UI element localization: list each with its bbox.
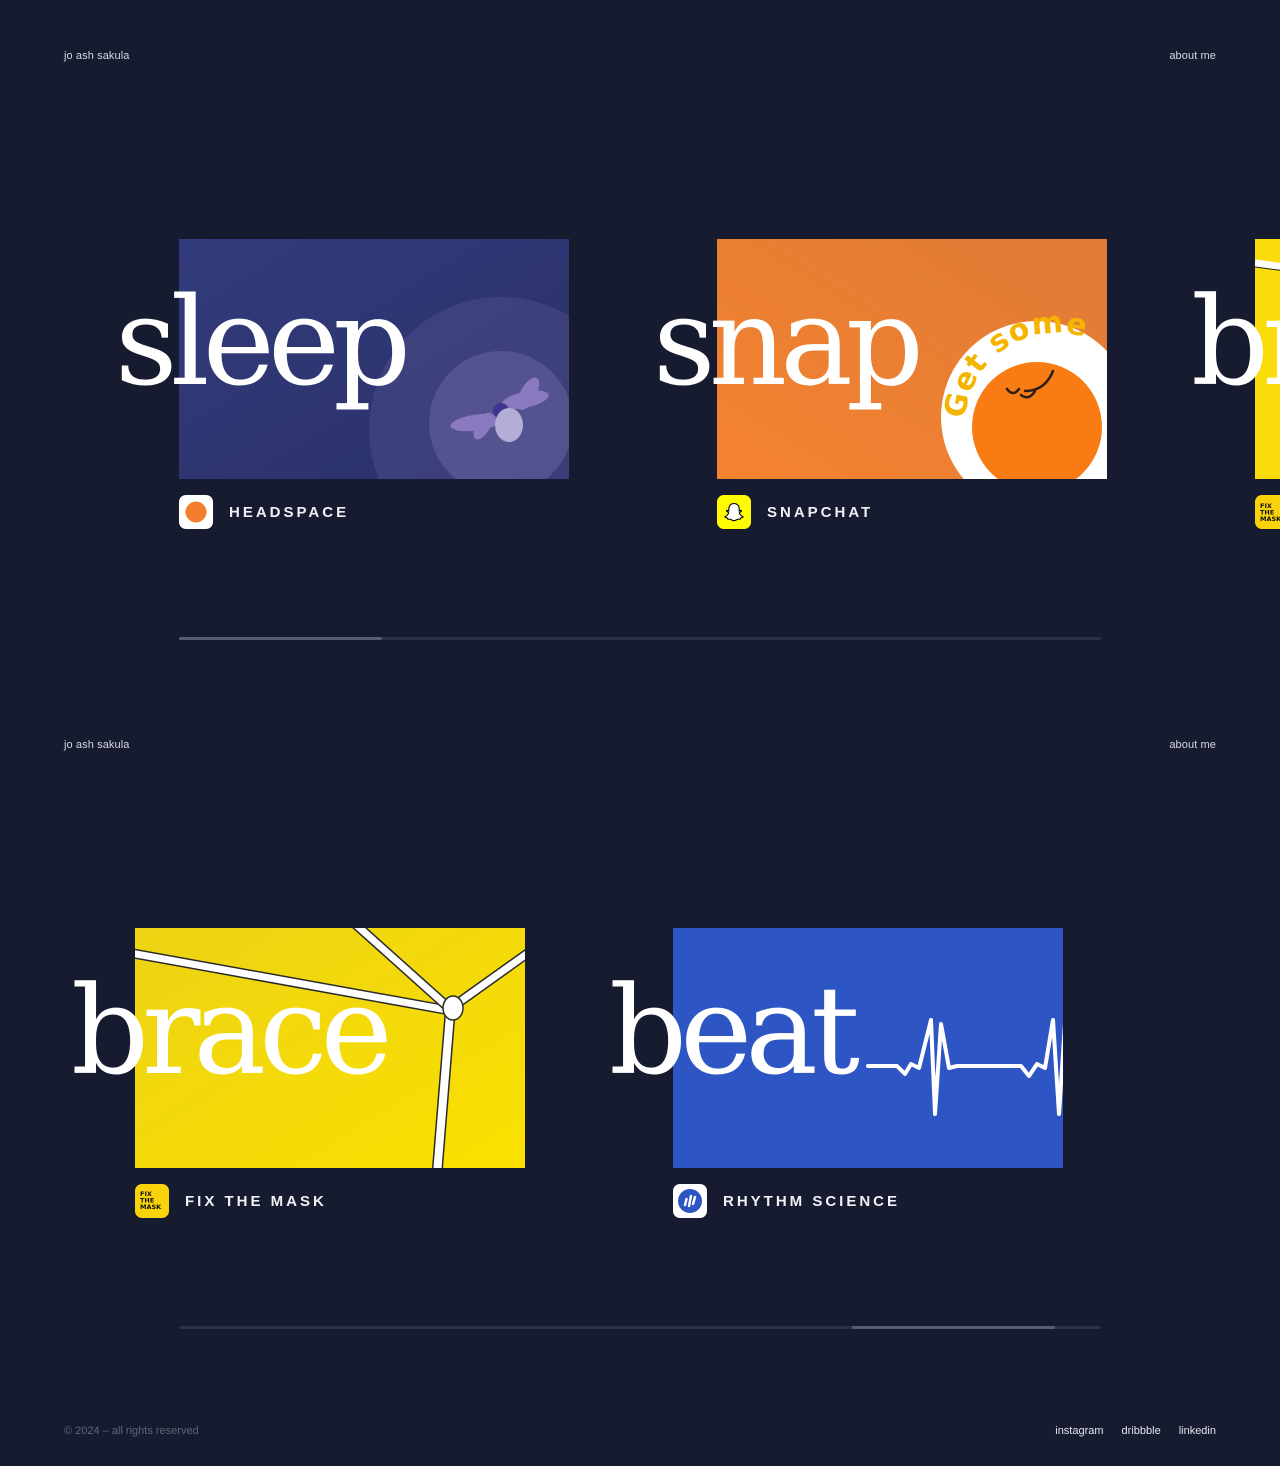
snapchat-project-image[interactable]: Get some: [717, 239, 1107, 479]
portfolio-page: jo ash sakula about me sleep HEADSPACE G…: [0, 0, 1280, 1466]
fix-the-mask-logo-text: FIX THE MASK: [1260, 502, 1280, 523]
headspace-logo-icon: [179, 495, 213, 529]
project-card-fix-the-mask[interactable]: brace FIX THE MASK FIX THE MASK: [71, 928, 525, 1218]
fix-the-mask-project-image[interactable]: [135, 928, 525, 1168]
snapchat-ghost-icon: [717, 495, 751, 529]
slider-2-progress-track[interactable]: [179, 1326, 1101, 1329]
dribbble-link[interactable]: dribbble: [1122, 1425, 1161, 1437]
footer: © 2024 – all rights reserved instagram d…: [64, 1425, 1216, 1437]
slider-1-progress-thumb[interactable]: [179, 637, 382, 640]
about-me-link[interactable]: about me: [1169, 50, 1216, 62]
headspace-caption: HEADSPACE: [179, 495, 349, 529]
rhythm-science-label: RHYTHM SCIENCE: [723, 1192, 901, 1210]
social-links: instagram dribbble linkedin: [1055, 1425, 1216, 1437]
copyright-text: © 2024 – all rights reserved: [64, 1425, 199, 1437]
project-card-snapchat[interactable]: Get some snap SNAPCHAT: [653, 239, 1107, 529]
top-nav: jo ash sakula about me: [64, 50, 1216, 62]
project-card-headspace[interactable]: sleep HEADSPACE: [115, 239, 569, 529]
headspace-project-image[interactable]: [179, 239, 569, 479]
snapchat-caption: SNAPCHAT: [717, 495, 873, 529]
snapchat-label: SNAPCHAT: [767, 503, 874, 521]
slider-2-progress-thumb[interactable]: [852, 1326, 1055, 1329]
rhythm-science-logo-icon: [673, 1184, 707, 1218]
site-name-link[interactable]: jo ash sakula: [64, 50, 130, 62]
rhythm-science-project-image[interactable]: [673, 928, 1063, 1168]
fix-the-mask-partial-image[interactable]: [1255, 239, 1280, 479]
slider-1-progress-track[interactable]: [179, 637, 1101, 640]
project-card-fix-the-mask-partial[interactable]: br FIXTHEMASK: [1191, 239, 1280, 529]
headspace-label: HEADSPACE: [229, 503, 350, 521]
fix-the-mask-logo-icon: FIX THE MASK: [1255, 495, 1280, 529]
fix-the-mask-logo-icon: FIX THE MASK: [135, 1184, 169, 1218]
fix-the-mask-logo-text: FIX THE MASK: [140, 1190, 162, 1211]
fix-the-mask-partial-caption: FIX THE MASK: [1255, 495, 1280, 529]
rhythm-science-caption: RHYTHM SCIENCE: [673, 1184, 900, 1218]
linkedin-link[interactable]: linkedin: [1179, 1425, 1216, 1437]
instagram-link[interactable]: instagram: [1055, 1425, 1103, 1437]
project-card-rhythm-science[interactable]: beat RHYTHM SCIENCE: [609, 928, 1063, 1218]
site-name-link[interactable]: jo ash sakula: [64, 739, 130, 751]
fix-the-mask-caption: FIX THE MASK FIX THE MASK: [135, 1184, 327, 1218]
about-me-link[interactable]: about me: [1169, 739, 1216, 751]
top-nav-2: jo ash sakula about me: [64, 739, 1216, 751]
fix-the-mask-label: FIX THE MASK: [185, 1192, 327, 1210]
